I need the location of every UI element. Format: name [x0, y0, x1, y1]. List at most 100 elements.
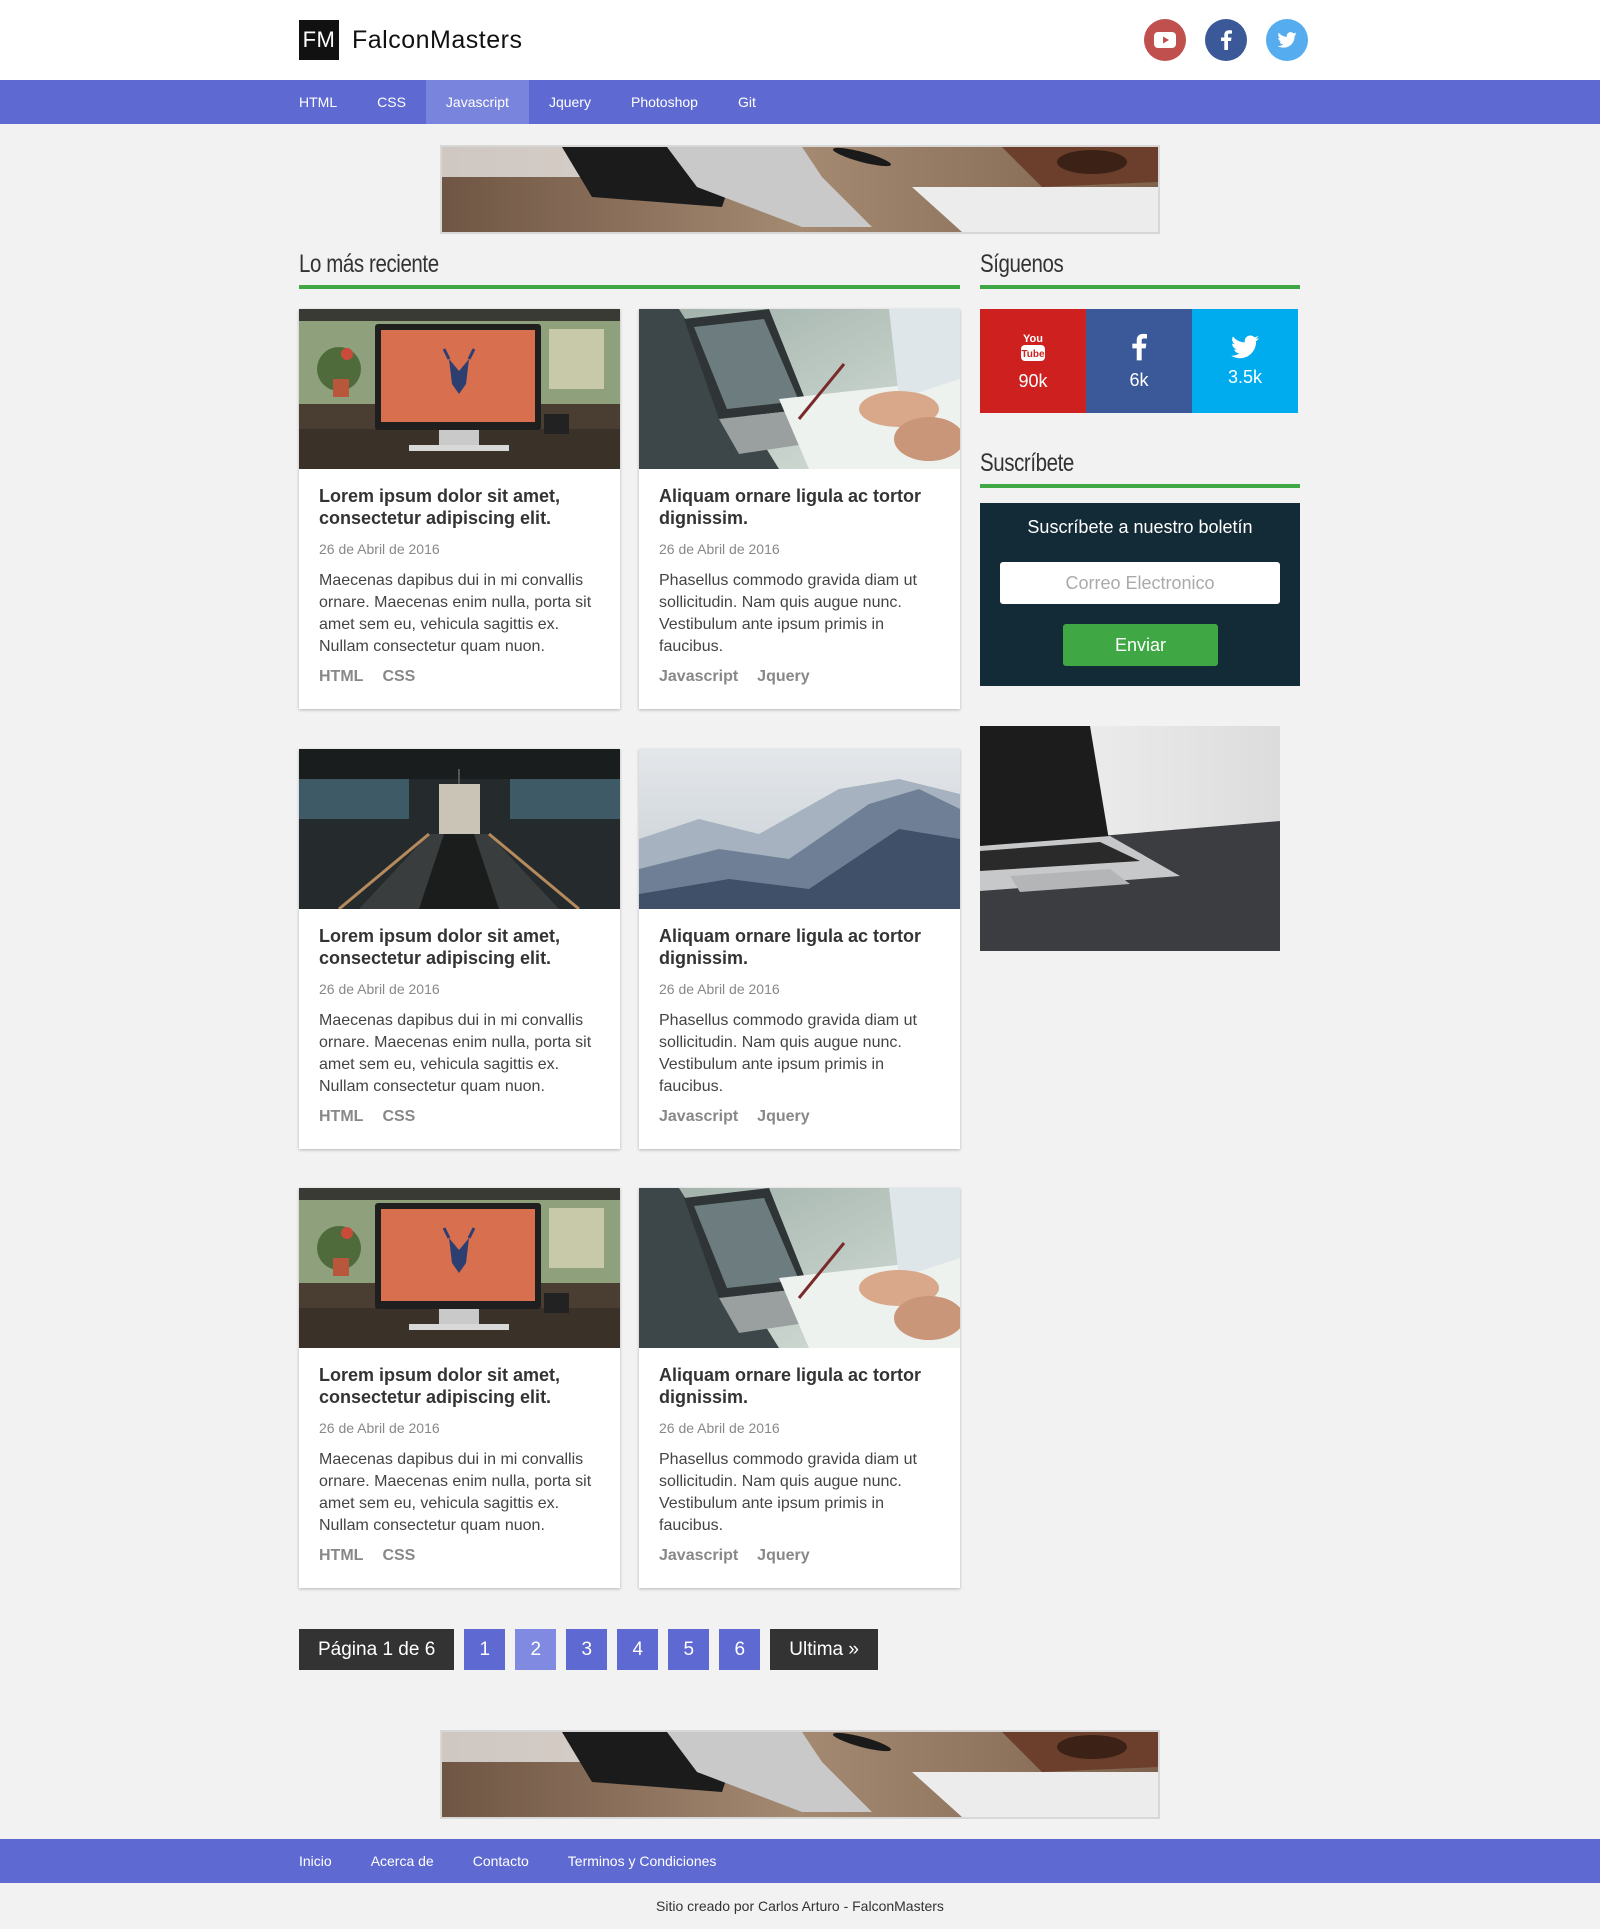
post-title[interactable]: Aliquam ornare ligula ac tortor dignissi… — [659, 1364, 940, 1410]
email-field[interactable] — [1000, 562, 1280, 604]
post-tags: HTML CSS — [319, 1108, 600, 1126]
youtube-icon: You Tube — [1021, 333, 1045, 361]
tag-link[interactable]: CSS — [382, 1547, 415, 1565]
footer-link-inicio[interactable]: Inicio — [299, 1839, 332, 1883]
post-tags: HTML CSS — [319, 1547, 600, 1565]
facebook-link[interactable] — [1205, 19, 1247, 61]
header-social-links — [1144, 19, 1308, 61]
post-tags: Javascript Jquery — [659, 1547, 940, 1565]
pagination: Página 1 de 6 1 2 3 4 5 6 Ultima » — [299, 1629, 878, 1670]
tag-link[interactable]: Jquery — [757, 1547, 809, 1565]
subscribe-button[interactable]: Enviar — [1063, 624, 1218, 666]
youtube-link[interactable] — [1144, 19, 1186, 61]
laptop-ad-image — [980, 726, 1280, 951]
last-page-link[interactable]: Ultima » — [770, 1629, 878, 1670]
sidebar-ad[interactable] — [980, 726, 1280, 951]
facebook-icon — [1132, 333, 1147, 360]
nav-item-jquery[interactable]: Jquery — [529, 80, 611, 124]
post-title[interactable]: Aliquam ornare ligula ac tortor dignissi… — [659, 485, 940, 531]
nav-item-git[interactable]: Git — [718, 80, 776, 124]
post-date: 26 de Abril de 2016 — [659, 1420, 780, 1436]
post-card[interactable]: Lorem ipsum dolor sit amet, consectetur … — [299, 1188, 620, 1588]
laptop-writing-image — [639, 309, 960, 469]
post-date: 26 de Abril de 2016 — [319, 981, 440, 997]
page-link-1[interactable]: 1 — [464, 1629, 506, 1670]
page-info: Página 1 de 6 — [299, 1629, 455, 1670]
follow-facebook[interactable]: 6k — [1086, 309, 1192, 413]
footer-link-contact[interactable]: Contacto — [473, 1839, 529, 1883]
banner-image — [442, 1732, 1158, 1817]
brand-name: FalconMasters — [352, 25, 523, 54]
newsletter-label: Suscríbete a nuestro boletín — [1027, 517, 1253, 537]
tag-link[interactable]: CSS — [382, 1108, 415, 1126]
svg-text:Tube: Tube — [1021, 349, 1045, 360]
subscribe-section-title: Suscríbete — [980, 449, 1074, 477]
footer-link-terms[interactable]: Terminos y Condiciones — [568, 1839, 717, 1883]
post-thumbnail[interactable] — [299, 749, 620, 909]
post-card[interactable]: Aliquam ornare ligula ac tortor dignissi… — [639, 749, 960, 1149]
post-thumbnail[interactable] — [299, 1188, 620, 1348]
tag-link[interactable]: Javascript — [659, 1547, 738, 1565]
top-banner-ad[interactable] — [440, 145, 1160, 234]
follow-count: 3.5k — [1227, 366, 1263, 387]
subscribe-divider — [980, 484, 1300, 488]
footer-nav: Inicio Acerca de Contacto Terminos y Con… — [0, 1839, 1600, 1883]
post-title[interactable]: Lorem ipsum dolor sit amet, consectetur … — [319, 925, 600, 971]
tag-link[interactable]: Javascript — [659, 668, 738, 686]
tag-link[interactable]: Jquery — [757, 1108, 809, 1126]
tag-link[interactable]: Jquery — [757, 668, 809, 686]
post-thumbnail[interactable] — [639, 1188, 960, 1348]
tag-link[interactable]: HTML — [319, 1547, 363, 1565]
tag-link[interactable]: HTML — [319, 668, 363, 686]
site-logo[interactable]: FM FalconMasters — [299, 20, 522, 60]
follow-count: 90k — [1018, 370, 1048, 391]
nav-item-javascript[interactable]: Javascript — [425, 80, 529, 124]
tag-link[interactable]: Javascript — [659, 1108, 738, 1126]
escalator-image — [299, 749, 620, 909]
twitter-link[interactable] — [1266, 19, 1308, 61]
main-nav: HTML CSS Javascript Jquery Photoshop Git — [0, 80, 1600, 124]
site-header: FM FalconMasters — [0, 0, 1600, 80]
logo-mark: FM — [299, 20, 339, 60]
twitter-icon — [1277, 32, 1297, 48]
post-thumbnail[interactable] — [639, 749, 960, 909]
follow-count: 6k — [1129, 369, 1149, 390]
post-title[interactable]: Lorem ipsum dolor sit amet, consectetur … — [319, 1364, 600, 1410]
post-tags: Javascript Jquery — [659, 668, 940, 686]
nav-item-photoshop[interactable]: Photoshop — [611, 80, 718, 124]
follow-youtube[interactable]: You Tube 90k — [980, 309, 1086, 413]
post-excerpt: Maecenas dapibus dui in mi convallis orn… — [319, 572, 592, 655]
post-title[interactable]: Lorem ipsum dolor sit amet, consectetur … — [319, 485, 600, 531]
bottom-banner-ad[interactable] — [440, 1730, 1160, 1819]
post-card[interactable]: Aliquam ornare ligula ac tortor dignissi… — [639, 1188, 960, 1588]
tag-link[interactable]: HTML — [319, 1108, 363, 1126]
section-divider — [299, 285, 960, 289]
follow-section-title: Síguenos — [980, 250, 1064, 278]
page-link-4[interactable]: 4 — [617, 1629, 659, 1670]
post-card[interactable]: Aliquam ornare ligula ac tortor dignissi… — [639, 309, 960, 709]
page-link-5[interactable]: 5 — [668, 1629, 710, 1670]
post-date: 26 de Abril de 2016 — [319, 541, 440, 557]
nav-item-html[interactable]: HTML — [279, 80, 357, 124]
follow-twitter[interactable]: 3.5k — [1192, 309, 1298, 413]
page-link-6[interactable]: 6 — [719, 1629, 761, 1670]
page-link-3[interactable]: 3 — [566, 1629, 608, 1670]
nav-item-css[interactable]: CSS — [357, 80, 426, 124]
footer-link-about[interactable]: Acerca de — [371, 1839, 434, 1883]
post-date: 26 de Abril de 2016 — [319, 1420, 440, 1436]
post-thumbnail[interactable] — [299, 309, 620, 469]
post-card[interactable]: Lorem ipsum dolor sit amet, consectetur … — [299, 749, 620, 1149]
footer-credits: Sitio creado por Carlos Arturo - FalconM… — [656, 1898, 944, 1914]
post-excerpt: Phasellus commodo gravida diam ut sollic… — [659, 1451, 917, 1534]
post-card[interactable]: Lorem ipsum dolor sit amet, consectetur … — [299, 309, 620, 709]
desk-imac-image — [299, 309, 620, 469]
mountains-image — [639, 749, 960, 909]
post-thumbnail[interactable] — [639, 309, 960, 469]
post-title[interactable]: Aliquam ornare ligula ac tortor dignissi… — [659, 925, 940, 971]
facebook-icon — [1221, 30, 1232, 50]
tag-link[interactable]: CSS — [382, 668, 415, 686]
twitter-icon — [1231, 334, 1259, 358]
page-link-2[interactable]: 2 — [515, 1629, 557, 1670]
newsletter-widget: Suscríbete a nuestro boletín Enviar — [980, 503, 1300, 686]
post-excerpt: Phasellus commodo gravida diam ut sollic… — [659, 1012, 917, 1095]
